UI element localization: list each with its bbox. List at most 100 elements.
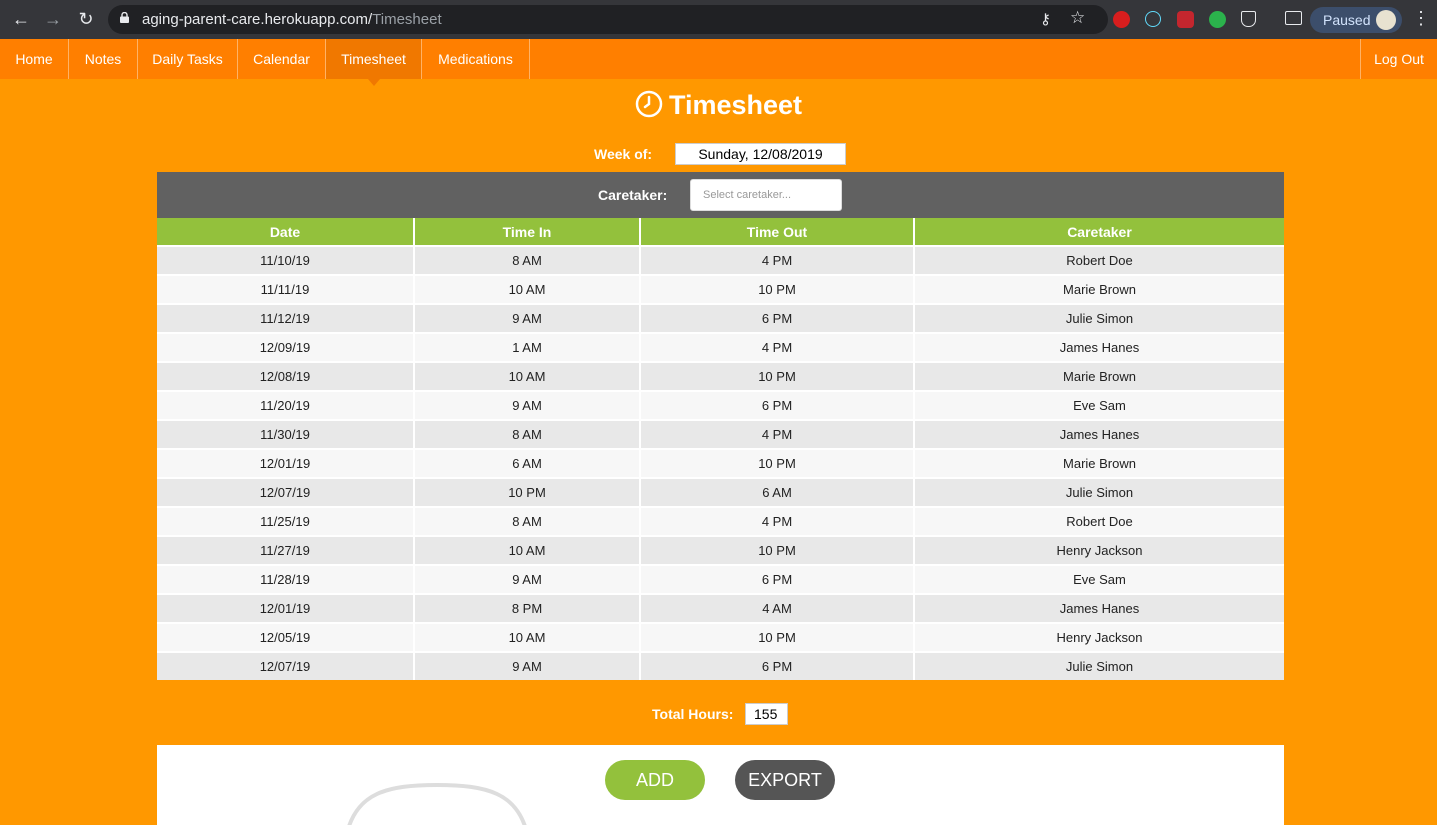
cell-date: 11/25/19 (157, 506, 415, 536)
nav-daily-tasks[interactable]: Daily Tasks (138, 39, 238, 79)
cell-caretaker: Julie Simon (914, 651, 1284, 680)
cell-date: 11/20/19 (157, 390, 415, 420)
nav-label: Notes (84, 51, 122, 67)
table-row: 11/27/19 10 AM 10 PM Henry Jackson (157, 535, 1284, 565)
timesheet-panel: Caretaker: Select caretaker... Date Time… (157, 172, 1284, 680)
page-title: Timesheet (0, 90, 1437, 126)
cell-time-in: 10 AM (414, 535, 641, 565)
cell-date: 12/07/19 (157, 651, 415, 680)
cell-date: 11/28/19 (157, 564, 415, 594)
cell-date: 11/10/19 (157, 245, 415, 275)
cell-time-out: 4 PM (640, 332, 915, 362)
total-hours-label: Total Hours: (652, 706, 734, 722)
nav-timesheet[interactable]: Timesheet (326, 39, 422, 86)
cell-date: 12/05/19 (157, 622, 415, 652)
action-panel: ADD EXPORT (157, 745, 1284, 825)
cell-time-out: 4 AM (640, 593, 915, 623)
profile-status: Paused (1323, 12, 1371, 28)
cell-time-in: 10 AM (414, 622, 641, 652)
browser-toolbar: ← → ↻ aging-parent-care.herokuapp.com/Ti… (0, 0, 1437, 39)
table-header-row: Date Time In Time Out Caretaker (157, 218, 1284, 246)
total-hours-value: 155 (745, 703, 788, 725)
nav-label: Calendar (253, 51, 310, 67)
cell-time-out: 10 PM (640, 361, 915, 391)
lock-icon (120, 12, 129, 23)
url-text: aging-parent-care.herokuapp.com/Timeshee… (142, 11, 442, 28)
reload-icon[interactable]: ↻ (75, 8, 97, 30)
extension-icon[interactable] (1113, 11, 1130, 28)
cell-caretaker: Marie Brown (914, 448, 1284, 478)
shield-icon[interactable] (1241, 11, 1256, 27)
react-devtools-icon[interactable] (1145, 11, 1161, 27)
clock-icon (635, 90, 663, 118)
extension-icon[interactable] (1209, 11, 1226, 28)
week-label: Week of: (594, 146, 653, 162)
more-menu-icon[interactable]: ⋮ (1412, 8, 1430, 29)
back-icon[interactable]: ← (10, 8, 32, 30)
column-header-date[interactable]: Date (157, 218, 415, 246)
cell-caretaker: Eve Sam (914, 564, 1284, 594)
logout-label: Log Out (1374, 51, 1424, 67)
address-bar[interactable]: aging-parent-care.herokuapp.com/Timeshee… (108, 5, 1108, 34)
table-body: 11/10/19 8 AM 4 PM Robert Doe 11/11/19 10 AM 1… (157, 245, 1284, 680)
cell-date: 12/01/19 (157, 593, 415, 623)
table-row: 11/28/19 9 AM 6 PM Eve Sam (157, 564, 1284, 594)
cell-time-in: 8 PM (414, 593, 641, 623)
caretaker-select[interactable]: Select caretaker... (690, 179, 842, 211)
cell-caretaker: James Hanes (914, 419, 1284, 449)
profile-button[interactable]: Paused (1310, 7, 1402, 33)
column-header-time-out[interactable]: Time Out (640, 218, 915, 246)
cell-time-in: 10 PM (414, 477, 641, 507)
nav-notes[interactable]: Notes (69, 39, 138, 79)
total-hours-row: Total Hours: 155 (0, 703, 1437, 725)
column-header-caretaker[interactable]: Caretaker (914, 218, 1284, 246)
cell-time-in: 9 AM (414, 303, 641, 333)
nav-calendar[interactable]: Calendar (238, 39, 326, 79)
nav-label: Timesheet (341, 51, 406, 67)
cell-time-out: 10 PM (640, 274, 915, 304)
add-button[interactable]: ADD (605, 760, 705, 800)
table-row: 12/09/19 1 AM 4 PM James Hanes (157, 332, 1284, 362)
cell-caretaker: Julie Simon (914, 303, 1284, 333)
cell-time-in: 10 AM (414, 274, 641, 304)
forward-icon[interactable]: → (42, 8, 64, 30)
key-icon[interactable]: ⚷ (1040, 10, 1051, 28)
cast-icon[interactable] (1285, 11, 1302, 25)
table-row: 11/11/19 10 AM 10 PM Marie Brown (157, 274, 1284, 304)
logout-button[interactable]: Log Out (1360, 39, 1437, 79)
extension-icon[interactable] (1177, 11, 1194, 28)
table-row: 12/07/19 10 PM 6 AM Julie Simon (157, 477, 1284, 507)
cell-date: 12/08/19 (157, 361, 415, 391)
table-row: 12/07/19 9 AM 6 PM Julie Simon (157, 651, 1284, 680)
cell-time-in: 9 AM (414, 390, 641, 420)
cell-time-out: 10 PM (640, 622, 915, 652)
cell-caretaker: Marie Brown (914, 361, 1284, 391)
table-row: 11/30/19 8 AM 4 PM James Hanes (157, 419, 1284, 449)
cell-time-in: 9 AM (414, 564, 641, 594)
cell-date: 12/07/19 (157, 477, 415, 507)
table-row: 12/01/19 8 PM 4 AM James Hanes (157, 593, 1284, 623)
cell-caretaker: Robert Doe (914, 506, 1284, 536)
column-header-time-in[interactable]: Time In (414, 218, 641, 246)
cell-caretaker: Henry Jackson (914, 622, 1284, 652)
table-row: 11/10/19 8 AM 4 PM Robert Doe (157, 245, 1284, 275)
cell-time-out: 4 PM (640, 506, 915, 536)
url-host: aging-parent-care.herokuapp.com/ (142, 11, 373, 28)
table-row: 11/20/19 9 AM 6 PM Eve Sam (157, 390, 1284, 420)
url-path: Timesheet (372, 11, 442, 28)
export-button[interactable]: EXPORT (735, 760, 835, 800)
bookmark-star-icon[interactable]: ☆ (1070, 8, 1085, 28)
cell-caretaker: Robert Doe (914, 245, 1284, 275)
cell-date: 12/09/19 (157, 332, 415, 362)
cell-time-in: 1 AM (414, 332, 641, 362)
cell-time-in: 6 AM (414, 448, 641, 478)
nav-home[interactable]: Home (0, 39, 69, 79)
cell-time-in: 8 AM (414, 245, 641, 275)
nav-medications[interactable]: Medications (422, 39, 530, 79)
table-row: 12/05/19 10 AM 10 PM Henry Jackson (157, 622, 1284, 652)
week-date-input[interactable]: Sunday, 12/08/2019 (675, 143, 846, 165)
cell-time-out: 4 PM (640, 419, 915, 449)
cell-caretaker: Henry Jackson (914, 535, 1284, 565)
cell-caretaker: Marie Brown (914, 274, 1284, 304)
cell-time-out: 10 PM (640, 535, 915, 565)
